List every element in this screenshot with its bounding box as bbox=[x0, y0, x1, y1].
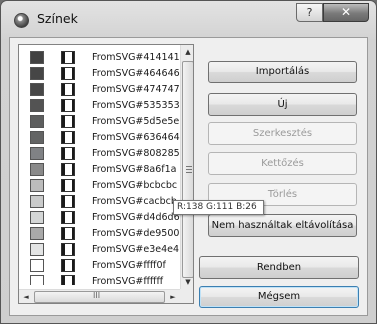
color-usage-icon bbox=[61, 179, 75, 192]
color-swatch bbox=[30, 163, 44, 176]
color-usage-icon bbox=[61, 83, 75, 96]
window-title: Színek bbox=[37, 11, 78, 26]
color-usage-icon bbox=[61, 163, 75, 176]
color-usage-icon bbox=[61, 211, 75, 224]
color-list-item[interactable]: FromSVG#808285 bbox=[19, 146, 180, 162]
color-swatch bbox=[30, 51, 44, 64]
cancel-button[interactable]: Mégsem bbox=[199, 286, 359, 308]
ok-button[interactable]: Rendben bbox=[199, 256, 359, 279]
color-list-item[interactable]: FromSVG#d4d6d6 bbox=[19, 210, 180, 226]
color-list-item[interactable]: FromSVG#5d5e5e bbox=[19, 114, 180, 130]
title-bar[interactable]: Színek ? ✕ bbox=[1, 1, 376, 37]
color-list[interactable]: FromSVG#414141 FromSVG#464646 FromSVG#4747… bbox=[18, 44, 194, 304]
color-list-item[interactable]: FromSVG#535353 bbox=[19, 98, 180, 114]
color-name: FromSVG#ffff0f bbox=[92, 260, 166, 271]
color-name: FromSVG#535353 bbox=[92, 100, 180, 111]
scroll-up-arrow-icon[interactable]: ▲ bbox=[181, 45, 193, 59]
color-swatch bbox=[30, 147, 44, 160]
color-list-item[interactable]: FromSVG#cacbcb bbox=[19, 194, 180, 210]
color-swatch bbox=[30, 275, 44, 285]
scroll-right-arrow-icon[interactable]: ► bbox=[166, 290, 180, 303]
color-name: FromSVG#e3e4e4 bbox=[92, 244, 180, 255]
color-list-item[interactable]: FromSVG#de9500 bbox=[19, 226, 180, 242]
scroll-grip-icon bbox=[186, 166, 192, 173]
color-swatch bbox=[30, 179, 44, 192]
horizontal-scroll-thumb[interactable]: III bbox=[34, 291, 165, 303]
color-name: FromSVG#de9500 bbox=[92, 228, 180, 239]
color-list-item[interactable]: FromSVG#bcbcbc bbox=[19, 178, 180, 194]
edit-button[interactable]: Szerkesztés bbox=[208, 122, 357, 145]
color-name: FromSVG#cacbcb bbox=[92, 196, 177, 207]
scrollbar-corner bbox=[180, 289, 193, 303]
color-swatch bbox=[30, 227, 44, 240]
color-swatch bbox=[30, 195, 44, 208]
color-usage-icon bbox=[61, 115, 75, 128]
import-button[interactable]: Importálás bbox=[208, 61, 357, 83]
color-usage-icon bbox=[61, 51, 75, 64]
color-swatch bbox=[30, 115, 44, 128]
color-name: FromSVG#474747 bbox=[92, 84, 180, 95]
color-name: FromSVG#d4d6d6 bbox=[92, 212, 180, 223]
help-button[interactable]: ? bbox=[296, 3, 323, 22]
color-swatch bbox=[30, 131, 44, 144]
color-name: FromSVG#636464 bbox=[92, 132, 180, 143]
color-list-item[interactable]: FromSVG#636464 bbox=[19, 130, 180, 146]
horizontal-scrollbar[interactable]: ◄ III ► bbox=[19, 289, 193, 303]
color-list-item[interactable]: FromSVG#ffffff bbox=[19, 274, 180, 285]
remove-unused-button[interactable]: Nem használtak eltávolítása bbox=[208, 214, 357, 237]
color-list-rows: FromSVG#414141 FromSVG#464646 FromSVG#4747… bbox=[19, 45, 180, 285]
color-usage-icon bbox=[61, 227, 75, 240]
color-name: FromSVG#ffffff bbox=[92, 276, 164, 285]
color-list-item[interactable]: FromSVG#414141 bbox=[19, 50, 180, 66]
color-swatch bbox=[30, 243, 44, 256]
color-swatch bbox=[30, 259, 44, 272]
color-swatch bbox=[30, 67, 44, 80]
color-swatch bbox=[30, 83, 44, 96]
color-tooltip: R:138 G:111 B:26 bbox=[173, 200, 264, 215]
color-usage-icon bbox=[61, 147, 75, 160]
color-usage-icon bbox=[61, 195, 75, 208]
color-usage-icon bbox=[61, 99, 75, 112]
vertical-scroll-thumb[interactable] bbox=[182, 61, 193, 278]
vertical-scrollbar[interactable]: ▲ ▼ bbox=[180, 45, 193, 289]
scroll-down-arrow-icon[interactable]: ▼ bbox=[181, 275, 193, 289]
color-usage-icon bbox=[61, 275, 75, 285]
app-icon bbox=[14, 13, 29, 28]
color-swatch bbox=[30, 99, 44, 112]
duplicate-button[interactable]: Kettőzés bbox=[208, 152, 357, 175]
color-swatch bbox=[30, 211, 44, 224]
color-list-item[interactable]: FromSVG#474747 bbox=[19, 82, 180, 98]
color-list-item[interactable]: FromSVG#464646 bbox=[19, 66, 180, 82]
color-usage-icon bbox=[61, 259, 75, 272]
color-list-item[interactable]: FromSVG#ffff0f bbox=[19, 258, 180, 274]
color-usage-icon bbox=[61, 131, 75, 144]
color-name: FromSVG#464646 bbox=[92, 68, 180, 79]
scroll-left-arrow-icon[interactable]: ◄ bbox=[19, 290, 33, 303]
color-usage-icon bbox=[61, 243, 75, 256]
color-list-item[interactable]: FromSVG#e3e4e4 bbox=[19, 242, 180, 258]
horizontal-grip-icon: III bbox=[93, 291, 101, 300]
color-name: FromSVG#414141 bbox=[92, 52, 180, 63]
color-list-item[interactable]: FromSVG#8a6f1a bbox=[19, 162, 180, 178]
color-name: FromSVG#808285 bbox=[92, 148, 180, 159]
color-name: FromSVG#8a6f1a bbox=[92, 164, 177, 175]
color-name: FromSVG#5d5e5e bbox=[92, 116, 180, 127]
new-button[interactable]: Új bbox=[208, 93, 357, 116]
color-usage-icon bbox=[61, 67, 75, 80]
colors-dialog: Színek ? ✕ FromSVG#414141 FromSVG#464646 F… bbox=[0, 0, 377, 324]
color-name: FromSVG#bcbcbc bbox=[92, 180, 178, 191]
close-button[interactable]: ✕ bbox=[323, 3, 369, 22]
